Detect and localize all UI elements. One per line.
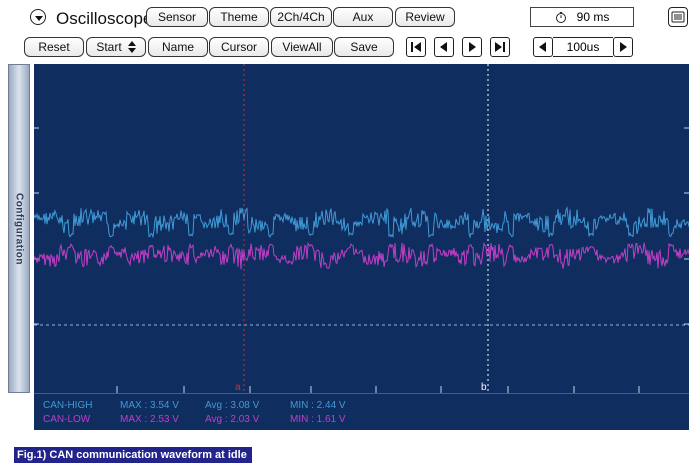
theme-button[interactable]: Theme [209, 7, 269, 27]
time-per-screen-value: 90 ms [576, 10, 610, 24]
can-high-trace [34, 206, 689, 239]
step-back-button[interactable] [434, 37, 454, 57]
reset-button[interactable]: Reset [24, 37, 84, 57]
waveform-display: a b [34, 64, 689, 393]
skip-back-icon [411, 42, 421, 52]
timebase-decrease-button[interactable] [533, 37, 553, 57]
timebase-increase-button[interactable] [613, 37, 633, 57]
cursor-button[interactable]: Cursor [209, 37, 269, 57]
name-button[interactable]: Name [148, 37, 208, 57]
timebase-value: 100us [553, 37, 613, 57]
play-forward-icon [469, 42, 476, 52]
configuration-tab[interactable]: Configuration [8, 64, 30, 393]
ch2-max: MAX : 2.53 V [120, 414, 179, 425]
measurement-panel: CAN-HIGH MAX : 3.54 V Avg : 3.08 V MIN :… [34, 393, 689, 430]
ch1-name: CAN-HIGH [43, 400, 93, 411]
time-per-screen-display: 90 ms [530, 7, 634, 27]
ch2-min: MIN : 1.61 V [290, 414, 346, 425]
oscilloscope-screen[interactable]: a b [34, 64, 689, 393]
ch1-min: MIN : 2.44 V [290, 400, 346, 411]
menu-button[interactable] [668, 7, 688, 27]
ch2-name: CAN-LOW [43, 414, 91, 425]
aux-button[interactable]: Aux [333, 7, 393, 27]
chevron-down-icon [35, 16, 43, 21]
skip-forward-icon [495, 42, 505, 52]
hamburger-menu-icon [671, 11, 685, 23]
figure-caption: Fig.1) CAN communication waveform at idl… [14, 447, 252, 463]
jump-last-button[interactable] [490, 37, 510, 57]
save-button[interactable]: Save [334, 37, 394, 57]
channel-mode-button[interactable]: 2Ch/4Ch [270, 7, 332, 27]
ch1-avg: Avg : 3.08 V [205, 400, 260, 411]
cursor-a-label: a [235, 382, 241, 393]
sensor-button[interactable]: Sensor [146, 7, 208, 27]
review-button[interactable]: Review [395, 7, 455, 27]
viewall-button[interactable]: ViewAll [271, 37, 333, 57]
arrow-right-icon [620, 42, 627, 52]
dropdown-menu-button[interactable] [30, 9, 46, 25]
start-button[interactable]: Start [86, 37, 146, 57]
can-low-trace [34, 241, 689, 270]
app-title: Oscilloscope [56, 9, 153, 28]
ch2-avg: Avg : 2.03 V [205, 414, 260, 425]
jump-first-button[interactable] [406, 37, 426, 57]
arrow-left-icon [539, 42, 546, 52]
start-label: Start [96, 40, 122, 54]
ch1-max: MAX : 3.54 V [120, 400, 179, 411]
cursor-b-label: b [481, 382, 487, 393]
stopwatch-icon [555, 12, 566, 23]
up-down-arrows-icon [127, 41, 136, 53]
play-back-icon [440, 42, 447, 52]
step-forward-button[interactable] [462, 37, 482, 57]
configuration-label: Configuration [13, 192, 25, 265]
